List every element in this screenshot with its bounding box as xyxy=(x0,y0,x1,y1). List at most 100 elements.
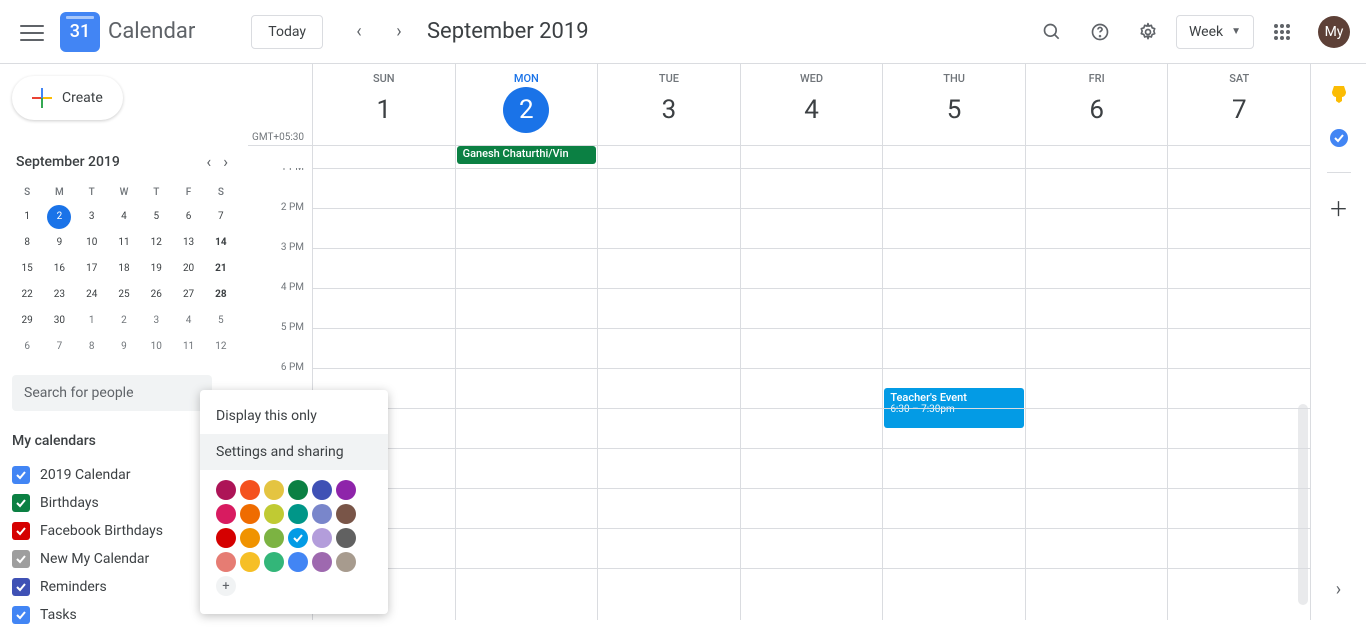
mini-day-cell[interactable]: 15 xyxy=(15,257,39,281)
color-option[interactable] xyxy=(240,504,260,524)
mini-day-cell[interactable]: 6 xyxy=(15,335,39,359)
mini-day-cell[interactable]: 16 xyxy=(47,257,71,281)
calendar-checkbox[interactable] xyxy=(12,606,30,624)
mini-day-cell[interactable]: 5 xyxy=(144,205,168,229)
mini-day-cell[interactable]: 27 xyxy=(177,283,201,307)
color-option[interactable] xyxy=(336,528,356,548)
allday-event[interactable]: Ganesh Chaturthi/Vin xyxy=(457,146,597,164)
mini-next-button[interactable]: › xyxy=(219,148,232,175)
tasks-icon[interactable] xyxy=(1329,128,1349,152)
color-option[interactable] xyxy=(216,504,236,524)
add-custom-color-button[interactable]: + xyxy=(216,576,236,596)
mini-day-cell[interactable]: 2 xyxy=(112,309,136,333)
color-option[interactable] xyxy=(264,504,284,524)
view-selector[interactable]: Week ▼ xyxy=(1176,15,1254,49)
display-only-item[interactable]: Display this only xyxy=(200,398,388,434)
time-grid[interactable]: 1 PM2 PM3 PM4 PM5 PM6 PM7 PM8 PM9 PM10 P… xyxy=(248,168,1310,620)
color-option[interactable] xyxy=(240,528,260,548)
mini-day-cell[interactable]: 7 xyxy=(47,335,71,359)
mini-day-cell[interactable]: 21 xyxy=(209,257,233,281)
settings-sharing-item[interactable]: Settings and sharing xyxy=(200,434,388,470)
allday-cell[interactable] xyxy=(740,146,883,168)
hide-side-panel-button[interactable]: › xyxy=(1336,579,1341,600)
color-option[interactable] xyxy=(216,480,236,500)
support-button[interactable] xyxy=(1080,12,1120,52)
calendar-checkbox[interactable] xyxy=(12,494,30,512)
next-period-button[interactable]: › xyxy=(379,12,419,52)
app-logo[interactable]: 31 Calendar xyxy=(60,12,195,52)
color-option[interactable] xyxy=(288,480,308,500)
mini-day-cell[interactable]: 14 xyxy=(209,231,233,255)
mini-day-cell[interactable]: 3 xyxy=(80,205,104,229)
color-option[interactable] xyxy=(240,552,260,572)
day-header-cell[interactable]: TUE3 xyxy=(597,64,740,145)
today-button[interactable]: Today xyxy=(251,15,323,49)
mini-day-cell[interactable]: 11 xyxy=(177,335,201,359)
mini-day-cell[interactable]: 30 xyxy=(47,309,71,333)
color-option[interactable] xyxy=(264,528,284,548)
mini-day-cell[interactable]: 8 xyxy=(15,231,39,255)
keep-icon[interactable] xyxy=(1329,84,1349,108)
color-option[interactable] xyxy=(312,504,332,524)
mini-day-cell[interactable]: 13 xyxy=(177,231,201,255)
color-option[interactable] xyxy=(216,552,236,572)
calendar-checkbox[interactable] xyxy=(12,578,30,596)
mini-day-cell[interactable]: 28 xyxy=(209,283,233,307)
day-header-cell[interactable]: MON2 xyxy=(455,64,598,145)
color-option[interactable] xyxy=(216,528,236,548)
search-button[interactable] xyxy=(1032,12,1072,52)
mini-prev-button[interactable]: ‹ xyxy=(202,148,215,175)
day-column[interactable] xyxy=(740,168,883,620)
color-option[interactable] xyxy=(336,504,356,524)
day-column[interactable] xyxy=(1167,168,1310,620)
mini-day-cell[interactable]: 10 xyxy=(144,335,168,359)
scrollbar[interactable] xyxy=(1298,404,1308,605)
allday-cell[interactable] xyxy=(1167,146,1310,168)
mini-day-cell[interactable]: 25 xyxy=(112,283,136,307)
day-header-cell[interactable]: THU5 xyxy=(882,64,1025,145)
settings-button[interactable] xyxy=(1128,12,1168,52)
mini-day-cell[interactable]: 29 xyxy=(15,309,39,333)
mini-day-cell[interactable]: 3 xyxy=(144,309,168,333)
mini-day-cell[interactable]: 17 xyxy=(80,257,104,281)
mini-day-cell[interactable]: 22 xyxy=(15,283,39,307)
mini-day-cell[interactable]: 8 xyxy=(80,335,104,359)
allday-cell[interactable] xyxy=(312,146,455,168)
mini-day-cell[interactable]: 26 xyxy=(144,283,168,307)
mini-day-cell[interactable]: 9 xyxy=(47,231,71,255)
addons-button[interactable]: ＋ xyxy=(1329,193,1349,222)
mini-day-cell[interactable]: 1 xyxy=(80,309,104,333)
search-people-input[interactable]: Search for people xyxy=(12,375,212,411)
mini-day-cell[interactable]: 1 xyxy=(15,205,39,229)
day-header-cell[interactable]: SUN1 xyxy=(312,64,455,145)
color-option[interactable] xyxy=(264,480,284,500)
mini-day-cell[interactable]: 4 xyxy=(177,309,201,333)
day-header-cell[interactable]: WED4 xyxy=(740,64,883,145)
allday-cell[interactable] xyxy=(882,146,1025,168)
prev-period-button[interactable]: ‹ xyxy=(339,12,379,52)
color-option[interactable] xyxy=(312,480,332,500)
mini-day-cell[interactable]: 12 xyxy=(209,335,233,359)
color-option[interactable] xyxy=(336,480,356,500)
day-column[interactable] xyxy=(455,168,598,620)
mini-day-cell[interactable]: 20 xyxy=(177,257,201,281)
color-option[interactable] xyxy=(336,552,356,572)
create-button[interactable]: Create xyxy=(12,76,123,120)
mini-day-cell[interactable]: 18 xyxy=(112,257,136,281)
day-column[interactable] xyxy=(597,168,740,620)
day-column[interactable] xyxy=(1025,168,1168,620)
color-option[interactable] xyxy=(264,552,284,572)
mini-day-cell[interactable]: 4 xyxy=(112,205,136,229)
mini-day-cell[interactable]: 9 xyxy=(112,335,136,359)
allday-cell[interactable] xyxy=(1025,146,1168,168)
account-avatar[interactable]: My xyxy=(1318,16,1350,48)
day-column[interactable]: Teacher's Event6:30 – 7:30pm xyxy=(882,168,1025,620)
day-header-cell[interactable]: FRI6 xyxy=(1025,64,1168,145)
calendar-checkbox[interactable] xyxy=(12,522,30,540)
mini-day-cell[interactable]: 19 xyxy=(144,257,168,281)
color-option[interactable] xyxy=(240,480,260,500)
mini-day-cell[interactable]: 7 xyxy=(209,205,233,229)
mini-day-cell[interactable]: 12 xyxy=(144,231,168,255)
mini-day-cell[interactable]: 5 xyxy=(209,309,233,333)
calendar-checkbox[interactable] xyxy=(12,466,30,484)
